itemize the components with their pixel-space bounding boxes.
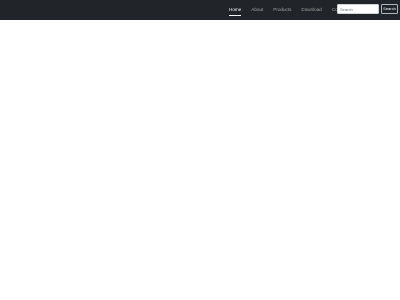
search-input[interactable] [337, 4, 379, 14]
search-form: Search [337, 4, 398, 14]
nav-link-products[interactable]: Products [268, 0, 296, 20]
page-content [0, 20, 400, 300]
nav-link-download[interactable]: Download [296, 0, 326, 20]
search-button[interactable]: Search [381, 4, 398, 14]
top-navbar: Home About Products Download Contact Us … [0, 0, 400, 20]
nav-link-home[interactable]: Home [224, 0, 246, 20]
nav-link-about[interactable]: About [246, 0, 268, 20]
